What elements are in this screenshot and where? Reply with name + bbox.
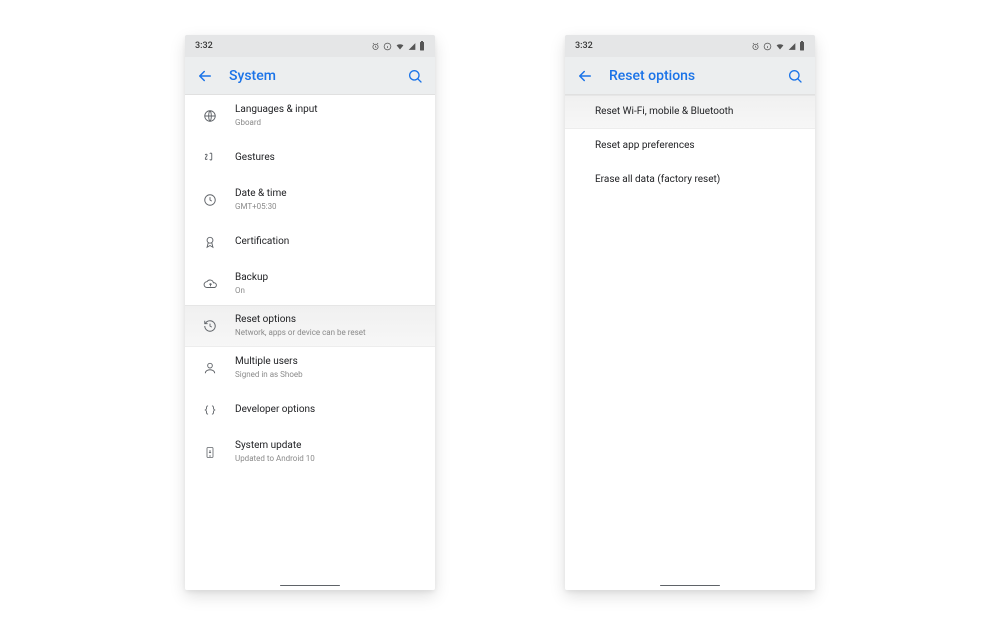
app-bar: System: [185, 57, 435, 95]
status-bar: 3:32: [565, 35, 815, 57]
cloud-icon: [199, 273, 221, 295]
reset-item-network[interactable]: Reset Wi-Fi, mobile & Bluetooth: [565, 95, 815, 129]
wifi-icon: [395, 42, 405, 51]
settings-item-update[interactable]: System update Updated to Android 10: [185, 431, 435, 473]
home-indicator[interactable]: [660, 585, 720, 587]
item-title: System update: [235, 440, 315, 453]
phone-right: 3:32 Reset options Reset Wi-Fi, mobile &…: [565, 35, 815, 590]
item-sub: GMT+05:30: [235, 202, 287, 212]
item-title: Gestures: [235, 152, 275, 165]
status-time: 3:32: [575, 41, 593, 51]
restore-icon: [199, 315, 221, 337]
back-button[interactable]: [573, 64, 597, 88]
settings-item-datetime[interactable]: Date & time GMT+05:30: [185, 179, 435, 221]
search-button[interactable]: [783, 64, 807, 88]
settings-item-gestures[interactable]: Gestures: [185, 137, 435, 179]
item-title: Erase all data (factory reset): [595, 174, 720, 187]
page-title: Reset options: [609, 68, 783, 84]
status-icons: [371, 41, 425, 51]
signal-icon: [788, 42, 796, 51]
item-title: Backup: [235, 272, 268, 285]
dev-icon: [199, 399, 221, 421]
wifi-icon: [775, 42, 785, 51]
back-arrow-icon: [196, 67, 214, 85]
item-title: Date & time: [235, 188, 287, 201]
globe-icon: [199, 105, 221, 127]
cert-icon: [199, 231, 221, 253]
search-icon: [787, 68, 803, 84]
home-indicator[interactable]: [280, 585, 340, 587]
item-title: Reset options: [235, 314, 366, 327]
gesture-icon: [199, 147, 221, 169]
phone-left: 3:32 System Languages & input Gboard: [185, 35, 435, 590]
item-title: Reset Wi-Fi, mobile & Bluetooth: [595, 106, 733, 119]
settings-item-certification[interactable]: Certification: [185, 221, 435, 263]
user-icon: [199, 357, 221, 379]
item-sub: Network, apps or device can be reset: [235, 328, 366, 338]
search-icon: [407, 68, 423, 84]
back-button[interactable]: [193, 64, 217, 88]
reset-item-factory[interactable]: Erase all data (factory reset): [565, 163, 815, 197]
reset-item-apps[interactable]: Reset app preferences: [565, 129, 815, 163]
status-icons: [751, 41, 805, 51]
status-bar: 3:32: [185, 35, 435, 57]
back-arrow-icon: [576, 67, 594, 85]
settings-list: Languages & input Gboard Gestures Date &…: [185, 95, 435, 590]
status-time: 3:32: [195, 41, 213, 51]
item-title: Multiple users: [235, 356, 303, 369]
info-icon: [763, 42, 772, 51]
search-button[interactable]: [403, 64, 427, 88]
item-sub: Gboard: [235, 118, 318, 128]
settings-item-developer[interactable]: Developer options: [185, 389, 435, 431]
app-bar: Reset options: [565, 57, 815, 95]
item-title: Developer options: [235, 404, 315, 417]
item-title: Languages & input: [235, 104, 318, 117]
page-title: System: [229, 68, 403, 84]
battery-icon: [799, 41, 805, 51]
item-title: Certification: [235, 236, 289, 249]
settings-item-reset[interactable]: Reset options Network, apps or device ca…: [185, 305, 435, 347]
item-title: Reset app preferences: [595, 140, 695, 153]
update-icon: [199, 441, 221, 463]
alarm-icon: [751, 42, 760, 51]
reset-list: Reset Wi-Fi, mobile & Bluetooth Reset ap…: [565, 95, 815, 590]
settings-item-backup[interactable]: Backup On: [185, 263, 435, 305]
settings-item-users[interactable]: Multiple users Signed in as Shoeb: [185, 347, 435, 389]
info-icon: [383, 42, 392, 51]
item-sub: Signed in as Shoeb: [235, 370, 303, 380]
battery-icon: [419, 41, 425, 51]
settings-item-languages[interactable]: Languages & input Gboard: [185, 95, 435, 137]
item-sub: Updated to Android 10: [235, 454, 315, 464]
clock-icon: [199, 189, 221, 211]
alarm-icon: [371, 42, 380, 51]
item-sub: On: [235, 286, 268, 296]
signal-icon: [408, 42, 416, 51]
